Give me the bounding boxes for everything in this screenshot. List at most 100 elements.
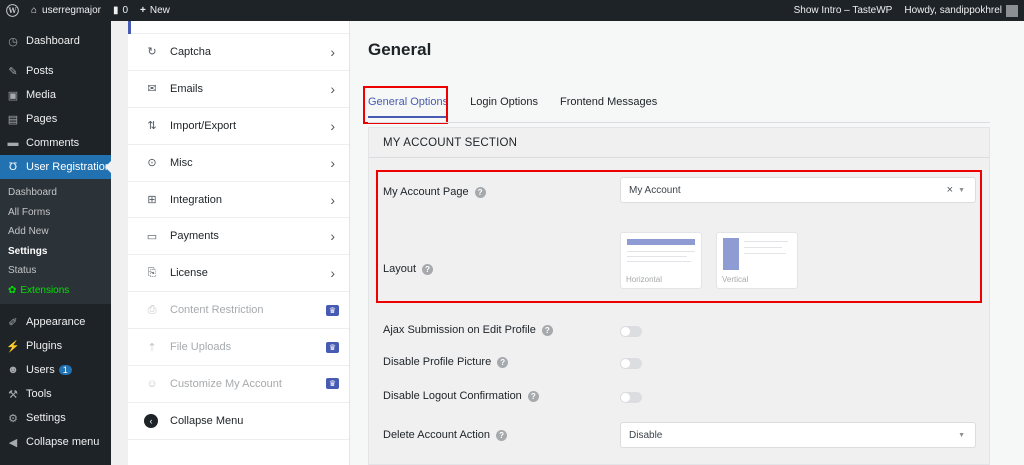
- menu-item-comments[interactable]: ▬ Comments: [0, 131, 111, 155]
- settings-nav-file-uploads[interactable]: ⇡ File Uploads ♛: [128, 329, 349, 367]
- user-registration-icon: Ʊ: [8, 161, 18, 173]
- menu-item-collapse[interactable]: ◀ Collapse menu: [0, 430, 111, 454]
- pro-crown-icon: ♛: [326, 304, 339, 316]
- settings-nav-content-restriction[interactable]: ⎙ Content Restriction ♛: [128, 292, 349, 330]
- menu-item-dashboard[interactable]: ◷ Dashboard: [0, 29, 111, 53]
- dashboard-icon: ◷: [8, 35, 18, 48]
- settings-nav-integration[interactable]: ⊞ Integration ›: [128, 182, 349, 219]
- menu-item-posts[interactable]: ✎ Posts: [0, 59, 111, 83]
- chevron-right-icon: ›: [330, 154, 335, 171]
- site-name-link[interactable]: ⌂ userregmajor: [25, 0, 107, 21]
- settings-nav-customize-my-account[interactable]: ☺ Customize My Account ♛: [128, 366, 349, 403]
- chevron-right-icon: ›: [330, 43, 335, 60]
- menu-item-plugins[interactable]: ⚡ Plugins: [0, 334, 111, 358]
- my-account-link[interactable]: Howdy, sandippokhrel: [898, 0, 1024, 21]
- menu-item-appearance[interactable]: ✐ Appearance: [0, 310, 111, 334]
- settings-nav-captcha[interactable]: ↻ Captcha ›: [128, 34, 349, 71]
- submenu-extensions[interactable]: ✿ Extensions: [0, 281, 111, 301]
- wordpress-logo-icon[interactable]: W: [0, 0, 25, 21]
- svg-text:W: W: [7, 6, 17, 15]
- help-icon[interactable]: ?: [497, 356, 509, 368]
- menu-item-users[interactable]: ☻ Users 1: [0, 358, 111, 382]
- home-icon: ⌂: [31, 5, 38, 16]
- submenu-add-new[interactable]: Add New: [0, 222, 111, 242]
- plug-icon: ⚡: [6, 340, 20, 353]
- settings-nav-payments[interactable]: ▭ Payments ›: [128, 218, 349, 256]
- license-icon: ⎘: [147, 266, 157, 279]
- brush-icon: ✐: [8, 316, 18, 329]
- settings-nav-collapse-menu[interactable]: ‹ Collapse Menu: [128, 403, 349, 440]
- admin-menu: ◷ Dashboard ✎ Posts ▣ Media ▤ Pages ▬ Comment…: [0, 21, 111, 465]
- settings-nav-import-export[interactable]: ⇅ Import/Export ›: [128, 108, 349, 145]
- disable-profile-picture-label: Disable Profile Picture ?: [383, 356, 509, 368]
- tab-frontend-messages[interactable]: Frontend Messages: [560, 91, 657, 118]
- collapse-icon: ‹: [144, 413, 158, 428]
- comment-bubble-icon: ▮: [112, 5, 119, 16]
- captcha-icon: ↻: [147, 46, 157, 59]
- chevron-right-icon: ›: [330, 191, 335, 208]
- user-registration-submenu: Dashboard All Forms Add New Settings Sta…: [0, 179, 111, 304]
- ajax-submission-toggle[interactable]: [620, 326, 642, 337]
- disable-profile-picture-toggle[interactable]: [620, 358, 642, 369]
- tabs-divider: [368, 122, 990, 123]
- menu-item-tools[interactable]: ⚒ Tools: [0, 382, 111, 406]
- submenu-status[interactable]: Status: [0, 261, 111, 281]
- chevron-right-icon: ›: [330, 80, 335, 97]
- settings-nav: ↻ Captcha › ✉ Emails › ⇅ Import/Export › ⊙ Misc…: [128, 21, 350, 465]
- user-icon: ☻: [7, 364, 19, 376]
- chevron-right-icon: ›: [330, 265, 335, 282]
- user-edit-icon: ☺: [146, 377, 158, 390]
- section-title: MY ACCOUNT SECTION: [369, 128, 989, 158]
- help-icon[interactable]: ?: [527, 390, 539, 402]
- plus-icon: +: [140, 5, 146, 16]
- submenu-settings[interactable]: Settings: [0, 242, 111, 262]
- menu-item-pages[interactable]: ▤ Pages: [0, 107, 111, 131]
- comments-link[interactable]: ▮ 0: [107, 0, 134, 21]
- delete-account-action-label: Delete Account Action ?: [383, 429, 508, 441]
- new-content-link[interactable]: + New: [134, 0, 176, 21]
- page-icon: ▤: [7, 113, 19, 126]
- admin-bar: W ⌂ userregmajor ▮ 0 + New Show Intro – …: [0, 0, 1024, 21]
- misc-icon: ⊙: [147, 157, 157, 170]
- pro-crown-icon: ♛: [326, 341, 339, 353]
- extensions-icon: ✿: [8, 284, 17, 296]
- tab-login-options[interactable]: Login Options: [470, 91, 538, 118]
- menu-item-user-registration[interactable]: Ʊ User Registration: [0, 155, 111, 179]
- upload-icon: ⇡: [147, 341, 157, 354]
- card-icon: ▭: [146, 230, 158, 243]
- help-icon[interactable]: ?: [496, 429, 508, 441]
- chevron-right-icon: ›: [330, 117, 335, 134]
- chevron-right-icon: ›: [330, 228, 335, 245]
- lock-doc-icon: ⎙: [147, 303, 157, 316]
- my-account-highlight-box: [376, 170, 982, 303]
- menu-item-media[interactable]: ▣ Media: [0, 83, 111, 107]
- help-icon[interactable]: ?: [541, 324, 553, 336]
- mail-icon: ✉: [147, 83, 157, 96]
- main-content: General General Options Login Options Fr…: [350, 21, 1024, 465]
- comment-icon: ▬: [7, 137, 19, 149]
- page-title: General: [368, 40, 432, 59]
- show-intro-link[interactable]: Show Intro – TasteWP: [788, 0, 899, 21]
- wrench-icon: ⚒: [8, 388, 18, 401]
- settings-icon: ⚙: [8, 412, 18, 425]
- tab-highlight-box: [363, 86, 448, 124]
- nav-top-strip: [128, 21, 349, 34]
- ajax-submission-label: Ajax Submission on Edit Profile ?: [383, 324, 553, 336]
- users-count-badge: 1: [58, 365, 72, 375]
- settings-nav-emails[interactable]: ✉ Emails ›: [128, 71, 349, 108]
- import-export-icon: ⇅: [147, 120, 157, 133]
- pin-icon: ✎: [8, 65, 18, 78]
- disable-logout-confirmation-toggle[interactable]: [620, 392, 642, 403]
- avatar: [1006, 4, 1018, 17]
- media-icon: ▣: [7, 89, 19, 102]
- delete-account-action-select[interactable]: Disable ▼: [620, 422, 976, 448]
- submenu-dashboard[interactable]: Dashboard: [0, 183, 111, 203]
- caret-down-icon: ▼: [958, 431, 965, 439]
- my-account-section: MY ACCOUNT SECTION My Account Page ? My …: [368, 127, 990, 465]
- settings-nav-misc[interactable]: ⊙ Misc ›: [128, 145, 349, 182]
- submenu-all-forms[interactable]: All Forms: [0, 203, 111, 223]
- disable-logout-confirmation-label: Disable Logout Confirmation ?: [383, 390, 539, 402]
- settings-nav-license[interactable]: ⎘ License ›: [128, 255, 349, 293]
- menu-item-settings[interactable]: ⚙ Settings: [0, 406, 111, 430]
- integration-icon: ⊞: [147, 194, 157, 206]
